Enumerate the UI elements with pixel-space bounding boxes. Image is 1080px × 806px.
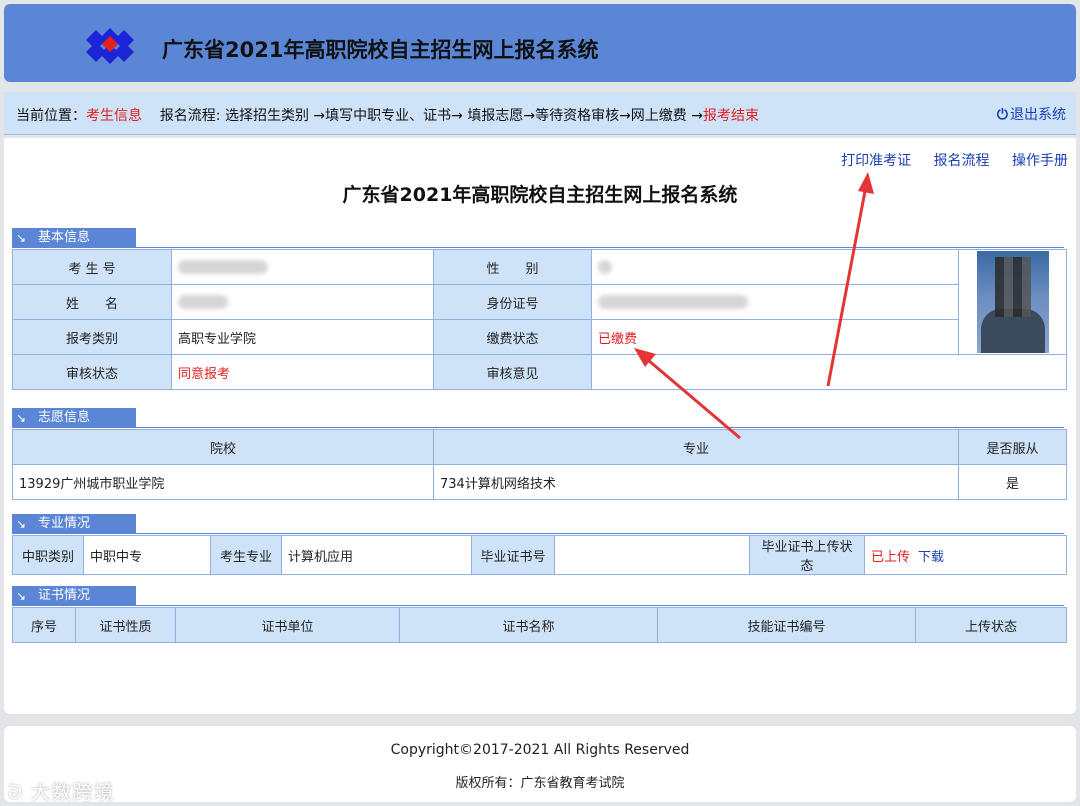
upload-status-value: 已上传 [871,549,911,565]
gender-value [591,249,959,285]
cert-table: 序号 证书性质 证书单位 证书名称 技能证书编号 上传状态 [12,607,1067,643]
corner-arrow-icon: ↘ [16,517,27,531]
print-ticket-link[interactable]: 打印准考证 [841,153,911,169]
copyright-text: Copyright©2017-2021 All Rights Reserved [390,742,690,758]
manual-link[interactable]: 操作手册 [1012,153,1068,169]
flow-end: 报考结束 [702,108,759,124]
watermark: ᘐ 大数跨境 [8,776,114,805]
location-value: 考生信息 [86,108,142,124]
watermark-text: 大数跨境 [30,780,115,804]
candidate-major-value: 计算机应用 [281,535,472,575]
download-link[interactable]: 下载 [918,550,944,565]
section-tab-wish: ↘ 志愿信息 [12,408,136,428]
redacted-blur [598,295,748,309]
col-index: 序号 [12,607,76,643]
owner-text: 版权所有：广东省教育考试院 [455,776,625,791]
candidate-photo [976,251,1049,353]
pay-status-value: 已缴费 [591,319,959,355]
section-divider [12,247,1064,248]
section-divider [12,533,1064,534]
category-label: 报考类别 [12,319,172,355]
zz-type-label: 中职类别 [12,535,84,575]
id-label: 身份证号 [433,284,592,320]
col-cert-type: 证书性质 [75,607,176,643]
upload-status-label: 毕业证书上传状态 [749,535,865,575]
power-icon: ⏻ [996,107,1008,123]
app-title: 广东省2021年高职院校自主招生网上报名系统 [162,38,599,62]
flow-text: 报名流程: 选择招生类别 →填写中职专业、证书→ 填报志愿→等待资格审核→网上缴… [159,108,703,124]
corner-arrow-icon: ↘ [16,589,27,603]
redacted-blur [178,295,228,309]
section-tab-basic: ↘ 基本信息 [12,228,136,248]
review-status-value: 同意报考 [171,354,434,390]
breadcrumb: 当前位置：考生信息 报名流程: 选择招生类别 →填写中职专业、证书→ 填报志愿→… [16,105,759,125]
col-cert-no: 技能证书编号 [657,607,916,643]
col-obey: 是否服从 [958,429,1067,465]
pay-status-label: 缴费状态 [433,319,592,355]
zz-type-value: 中职中专 [83,535,211,575]
review-opinion-label: 审核意见 [433,354,592,390]
cert-no-label: 毕业证书号 [471,535,555,575]
location-label: 当前位置： [16,108,86,124]
id-value [591,284,959,320]
redacted-blur [598,260,612,274]
footer: Copyright©2017-2021 All Rights Reserved … [4,726,1076,802]
exam-no-value [171,249,434,285]
section-title: 专业情况 [38,516,91,531]
flow-link[interactable]: 报名流程 [934,153,990,169]
exam-no-label: 考 生 号 [12,249,172,285]
upload-status-cell: 已上传 下载 [864,535,1067,575]
section-title: 志愿信息 [38,410,91,425]
major-value: 734计算机网络技术 [433,464,959,500]
header-bar: 广东省2021年高职院校自主招生网上报名系统 [4,4,1076,82]
section-title: 基本信息 [38,230,91,245]
col-upload-status: 上传状态 [915,607,1067,643]
corner-arrow-icon: ↘ [16,411,27,425]
name-label: 姓 名 [12,284,172,320]
gender-label: 性 别 [433,249,592,285]
redacted-blur [178,260,268,274]
table-row: 13929广州城市职业学院 734计算机网络技术 是 [12,464,1067,500]
review-status-label: 审核状态 [12,354,172,390]
school-value: 13929广州城市职业学院 [12,464,434,500]
logo-diamond-icon [86,28,134,64]
watermark-logo-icon: ᘐ [8,780,24,804]
name-value [171,284,434,320]
section-tab-major: ↘ 专业情况 [12,514,136,534]
photo-cell [958,249,1067,355]
review-opinion-value [591,354,1067,390]
section-tab-cert: ↘ 证书情况 [12,586,136,606]
wish-table: 院校 专业 是否服从 13929广州城市职业学院 734计算机网络技术 是 [12,429,1067,500]
candidate-major-label: 考生专业 [210,535,282,575]
major-table: 中职类别 中职中专 考生专业 计算机应用 毕业证书号 毕业证书上传状态 已上传下… [12,535,1067,575]
top-links: 打印准考证 报名流程 操作手册 [823,150,1068,170]
cert-no-value [554,535,750,575]
basic-info-table: 考 生 号 性 别 姓 名 身份证号 报考类别 高职专业学院 缴费状态 已缴费 … [12,249,1067,390]
col-school: 院校 [12,429,434,465]
logout-button[interactable]: ⏻ 退出系统 [997,104,1066,124]
logout-label: 退出系统 [1010,107,1066,123]
col-major: 专业 [433,429,959,465]
col-cert-unit: 证书单位 [175,607,400,643]
corner-arrow-icon: ↘ [16,231,27,245]
nav-bar: 当前位置：考生信息 报名流程: 选择招生类别 →填写中职专业、证书→ 填报志愿→… [4,92,1076,135]
obey-value: 是 [958,464,1067,500]
page-title: 广东省2021年高职院校自主招生网上报名系统 [342,184,738,206]
section-title: 证书情况 [38,588,91,603]
section-divider [12,427,1064,428]
category-value: 高职专业学院 [171,319,434,355]
section-divider [12,605,1064,606]
col-cert-name: 证书名称 [399,607,658,643]
